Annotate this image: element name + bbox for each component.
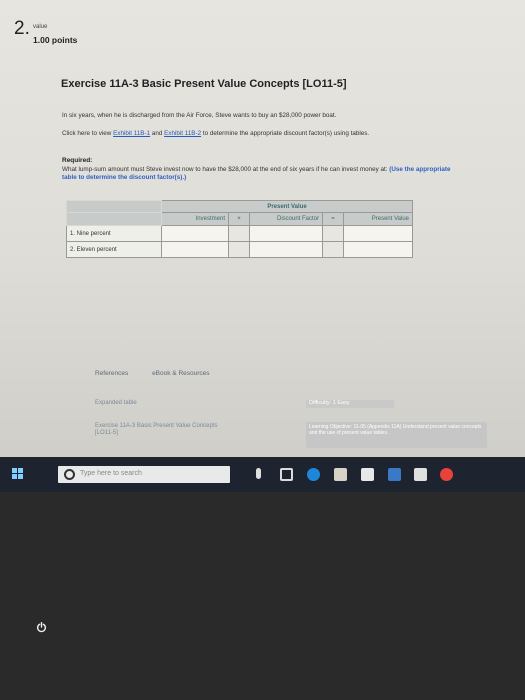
row-label-nine: 1. Nine percent bbox=[66, 225, 162, 242]
value-label: value bbox=[33, 24, 48, 30]
app-icon[interactable] bbox=[414, 468, 427, 481]
edge-browser-icon[interactable] bbox=[307, 468, 320, 481]
exhibit-11b-2-link[interactable]: Exhibit 11B-2 bbox=[164, 130, 201, 137]
table-corner-2 bbox=[66, 212, 162, 226]
discount-input-eleven[interactable] bbox=[249, 241, 323, 258]
col-present-header: Present Value bbox=[343, 212, 413, 226]
taskbar-search-input[interactable]: Type here to search bbox=[58, 466, 230, 483]
discount-input-nine[interactable] bbox=[249, 225, 323, 242]
task-view-icon[interactable] bbox=[280, 468, 293, 481]
required-text: What lump-sum amount must Steve invest n… bbox=[62, 166, 462, 182]
equals-cell bbox=[322, 225, 344, 242]
col-investment-header: Investment bbox=[161, 212, 229, 226]
learning-objective-badge: Learning Objective: 11-05 (Appendix 11A)… bbox=[306, 422, 487, 448]
required-question: What lump-sum amount must Steve invest n… bbox=[62, 166, 388, 173]
difficulty-badge: Difficulty: 1 Easy bbox=[306, 400, 394, 408]
windows-taskbar: Type here to search bbox=[0, 457, 525, 492]
monitor-screen: 2. value 1.00 points Exercise 11A-3 Basi… bbox=[0, 0, 525, 492]
windows-start-icon[interactable] bbox=[12, 468, 24, 480]
present-value-input-nine[interactable] bbox=[343, 225, 413, 242]
tab-ebook[interactable]: eBook & Resources bbox=[152, 370, 209, 377]
table-corner bbox=[66, 200, 162, 213]
question-number: 2. bbox=[14, 18, 30, 39]
present-value-input-eleven[interactable] bbox=[343, 241, 413, 258]
cortana-circle-icon bbox=[64, 469, 75, 480]
and-word: and bbox=[151, 130, 163, 137]
required-label: Required: bbox=[62, 157, 93, 164]
col-multiply-header: × bbox=[228, 212, 250, 226]
search-placeholder: Type here to search bbox=[80, 470, 142, 477]
equals-cell bbox=[322, 241, 344, 258]
col-equals-header: = bbox=[322, 212, 344, 226]
power-icon[interactable] bbox=[36, 622, 47, 633]
multiply-cell bbox=[228, 241, 250, 258]
present-value-table: Present Value Investment × Discount Fact… bbox=[66, 200, 413, 258]
resource-tabs: References eBook & Resources bbox=[95, 370, 232, 377]
multiply-cell bbox=[228, 225, 250, 242]
assignment-page: 2. value 1.00 points Exercise 11A-3 Basi… bbox=[0, 0, 525, 457]
click-suffix: to determine the appropriate discount fa… bbox=[202, 130, 370, 137]
investment-input-eleven[interactable] bbox=[161, 241, 229, 258]
click-prefix: Click here to view bbox=[62, 130, 112, 137]
exhibit-11b-1-link[interactable]: Exhibit 11B-1 bbox=[113, 130, 150, 137]
mail-icon[interactable] bbox=[388, 468, 401, 481]
chrome-browser-icon[interactable] bbox=[440, 468, 453, 481]
investment-input-nine[interactable] bbox=[161, 225, 229, 242]
exercise-title: Exercise 11A-3 Basic Present Value Conce… bbox=[61, 78, 347, 90]
store-bag-icon[interactable] bbox=[361, 468, 374, 481]
table-row: 2. Eleven percent bbox=[66, 241, 413, 258]
instructions-text: Click here to view Exhibit 11B-1 and Exh… bbox=[62, 130, 454, 138]
expanded-table-link[interactable]: Expanded table bbox=[95, 400, 137, 406]
scenario-text: In six years, when he is discharged from… bbox=[62, 112, 337, 119]
row-label-eleven: 2. Eleven percent bbox=[66, 241, 162, 258]
col-discount-header: Discount Factor bbox=[249, 212, 323, 226]
exercise-reference: Exercise 11A-3 Basic Present Value Conce… bbox=[95, 423, 218, 436]
points-label: 1.00 points bbox=[33, 35, 78, 45]
tab-references[interactable]: References bbox=[95, 370, 128, 377]
microphone-icon[interactable] bbox=[256, 468, 261, 479]
table-row: 1. Nine percent bbox=[66, 225, 413, 242]
file-explorer-icon[interactable] bbox=[334, 468, 347, 481]
table-group-header: Present Value bbox=[161, 200, 413, 213]
